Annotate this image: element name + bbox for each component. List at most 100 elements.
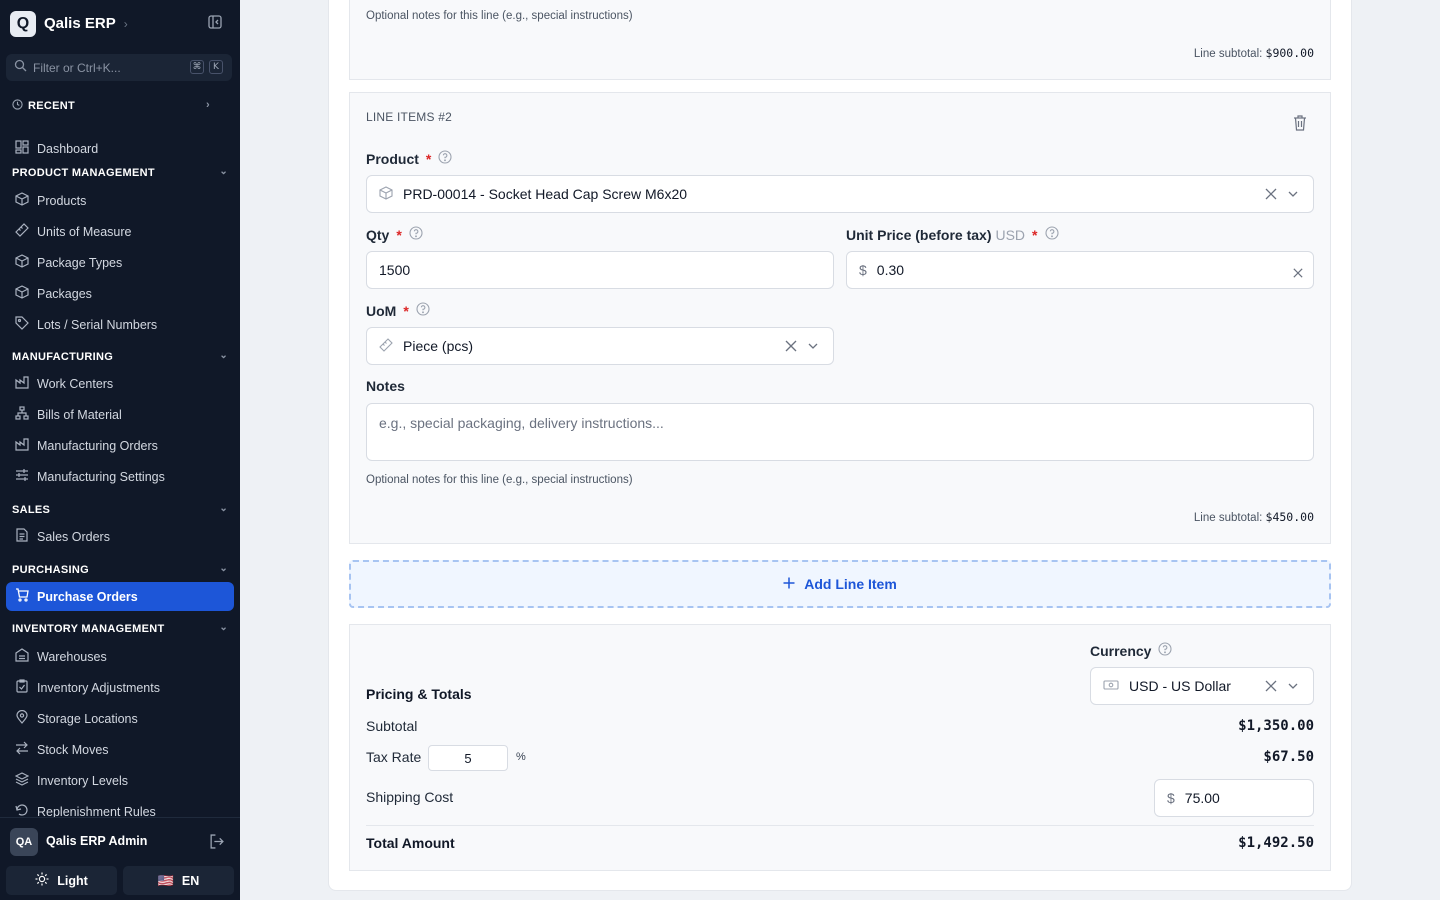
total-amount-label: Total Amount [366, 835, 455, 851]
unit-price-value: 0.30 [876, 262, 905, 278]
brand-name: Qalis ERP [44, 15, 116, 32]
section-manufacturing[interactable]: MANUFACTURING ⌄ [12, 350, 228, 363]
shipping-cost-input[interactable]: $ 75.00 [1154, 779, 1314, 817]
trash-icon[interactable] [1293, 115, 1307, 136]
nav-packages[interactable]: Packages [6, 279, 234, 308]
percent-sign: % [516, 751, 526, 763]
section-sales[interactable]: SALES ⌄ [12, 503, 228, 516]
language-button[interactable]: 🇺🇸 EN [123, 866, 234, 895]
nav-label: Products [37, 193, 87, 208]
nav-lots-serial-numbers[interactable]: Lots / Serial Numbers [6, 310, 234, 339]
help-circle-icon[interactable] [416, 302, 430, 319]
nav-label: Inventory Adjustments [37, 680, 160, 695]
qty-value: 1500 [379, 262, 411, 278]
nav-inventory-adjustments[interactable]: Inventory Adjustments [6, 673, 234, 702]
box-icon [15, 254, 29, 271]
arrows-left-right-icon [15, 741, 29, 758]
chevron-right-icon: › [123, 16, 128, 31]
nav-package-types[interactable]: Package Types [6, 248, 234, 277]
chevron-down-icon: ⌄ [219, 503, 228, 514]
logout-icon[interactable] [209, 834, 224, 854]
help-circle-icon[interactable] [409, 226, 423, 243]
nav-products[interactable]: Products [6, 186, 234, 215]
chevron-down-icon[interactable] [1287, 679, 1299, 695]
notes-placeholder: e.g., special packaging, delivery instru… [379, 415, 664, 431]
nav-sales-orders[interactable]: Sales Orders [6, 522, 234, 551]
recent-section[interactable]: RECENT › [12, 98, 210, 114]
sliders-icon [15, 468, 29, 485]
qty-field-label: Qty * [366, 226, 423, 243]
nav-manufacturing-settings[interactable]: Manufacturing Settings [6, 462, 234, 491]
unit-price-input[interactable]: $ 0.30 [846, 251, 1314, 289]
nav-label: Manufacturing Settings [37, 469, 165, 484]
avatar[interactable]: QA [10, 828, 38, 856]
user-name[interactable]: Qalis ERP Admin [46, 834, 147, 848]
currency-select[interactable]: USD - US Dollar [1090, 667, 1314, 705]
nav-units-of-measure[interactable]: Units of Measure [6, 217, 234, 246]
nav-dashboard[interactable]: Dashboard [6, 134, 234, 163]
notes-helper-text: Optional notes for this line (e.g., spec… [366, 10, 633, 22]
subtotal-value: $1,350.00 [1238, 718, 1314, 734]
help-circle-icon[interactable] [1158, 642, 1173, 659]
chevron-right-icon: › [206, 99, 210, 111]
tax-rate-input[interactable]: 5 [428, 745, 508, 771]
clear-icon[interactable] [785, 339, 797, 355]
nav-stock-moves[interactable]: Stock Moves [6, 735, 234, 764]
nav-label: Package Types [37, 255, 123, 270]
dollar-prefix: $ [1167, 790, 1175, 806]
nav-work-centers[interactable]: Work Centers [6, 369, 234, 398]
help-circle-icon[interactable] [1044, 226, 1059, 243]
section-label: PURCHASING [12, 564, 89, 576]
nav-label: Inventory Levels [37, 773, 129, 788]
line-subtotal: Line subtotal: $900.00 [1100, 46, 1314, 60]
chevron-down-icon: ⌄ [219, 166, 228, 177]
chevron-down-icon: ⌄ [219, 350, 228, 361]
add-line-item-button[interactable]: Add Line Item [349, 560, 1331, 608]
required-asterisk: * [403, 302, 409, 319]
chevron-down-icon[interactable] [1287, 187, 1299, 203]
qty-input[interactable]: 1500 [366, 251, 834, 289]
nav-warehouses[interactable]: Warehouses [6, 642, 234, 671]
kbd-cmd: ⌘ [190, 60, 204, 74]
filter-input[interactable] [33, 60, 183, 75]
field-label-text: Qty [366, 226, 390, 243]
chevron-down-icon: ⌄ [219, 563, 228, 574]
line-item-title: LINE ITEMS #2 [366, 110, 452, 124]
clear-icon[interactable] [1265, 679, 1277, 695]
dashboard-icon [15, 140, 29, 157]
subtotal-label: Subtotal [366, 718, 418, 734]
map-pin-icon [15, 709, 29, 727]
uom-select[interactable]: Piece (pcs) [366, 327, 834, 365]
filter-search[interactable]: ⌘ K [6, 54, 232, 81]
product-select[interactable]: PRD-00014 - Socket Head Cap Screw M6x20 [366, 175, 1314, 213]
recent-label: RECENT [28, 100, 76, 112]
theme-toggle-button[interactable]: Light [6, 866, 117, 895]
section-label: INVENTORY MANAGEMENT [12, 623, 165, 635]
product-field-label: Product * [366, 150, 452, 167]
warehouse-icon [15, 648, 29, 665]
nav-manufacturing-orders[interactable]: Manufacturing Orders [6, 431, 234, 460]
nav-bills-of-material[interactable]: Bills of Material [6, 400, 234, 429]
nav-storage-locations[interactable]: Storage Locations [6, 704, 234, 733]
sidebar-collapse-icon[interactable] [208, 15, 226, 31]
box-icon [15, 285, 29, 302]
pricing-totals-title: Pricing & Totals [366, 686, 472, 702]
currency-field-label: Currency [1090, 642, 1173, 659]
nav-label: Purchase Orders [37, 589, 138, 604]
nav-label: Bills of Material [37, 407, 122, 422]
chevron-down-icon[interactable] [807, 339, 819, 355]
section-inventory-management[interactable]: INVENTORY MANAGEMENT ⌄ [12, 622, 228, 635]
section-label: MANUFACTURING [12, 351, 114, 363]
nav-purchase-orders[interactable]: Purchase Orders [6, 582, 234, 611]
section-purchasing[interactable]: PURCHASING ⌄ [12, 563, 228, 576]
notes-textarea[interactable]: e.g., special packaging, delivery instru… [366, 403, 1314, 461]
help-circle-icon[interactable] [438, 150, 452, 167]
brand[interactable]: Q Qalis ERP › [10, 10, 128, 37]
clear-icon[interactable] [1265, 187, 1277, 203]
us-flag-icon: 🇺🇸 [157, 872, 174, 888]
tax-rate-value: 5 [464, 750, 472, 766]
clear-icon[interactable] [1293, 265, 1303, 281]
nav-inventory-levels[interactable]: Inventory Levels [6, 766, 234, 795]
section-product-management[interactable]: PRODUCT MANAGEMENT ⌄ [12, 166, 228, 179]
field-label-text: Currency [1090, 642, 1152, 659]
